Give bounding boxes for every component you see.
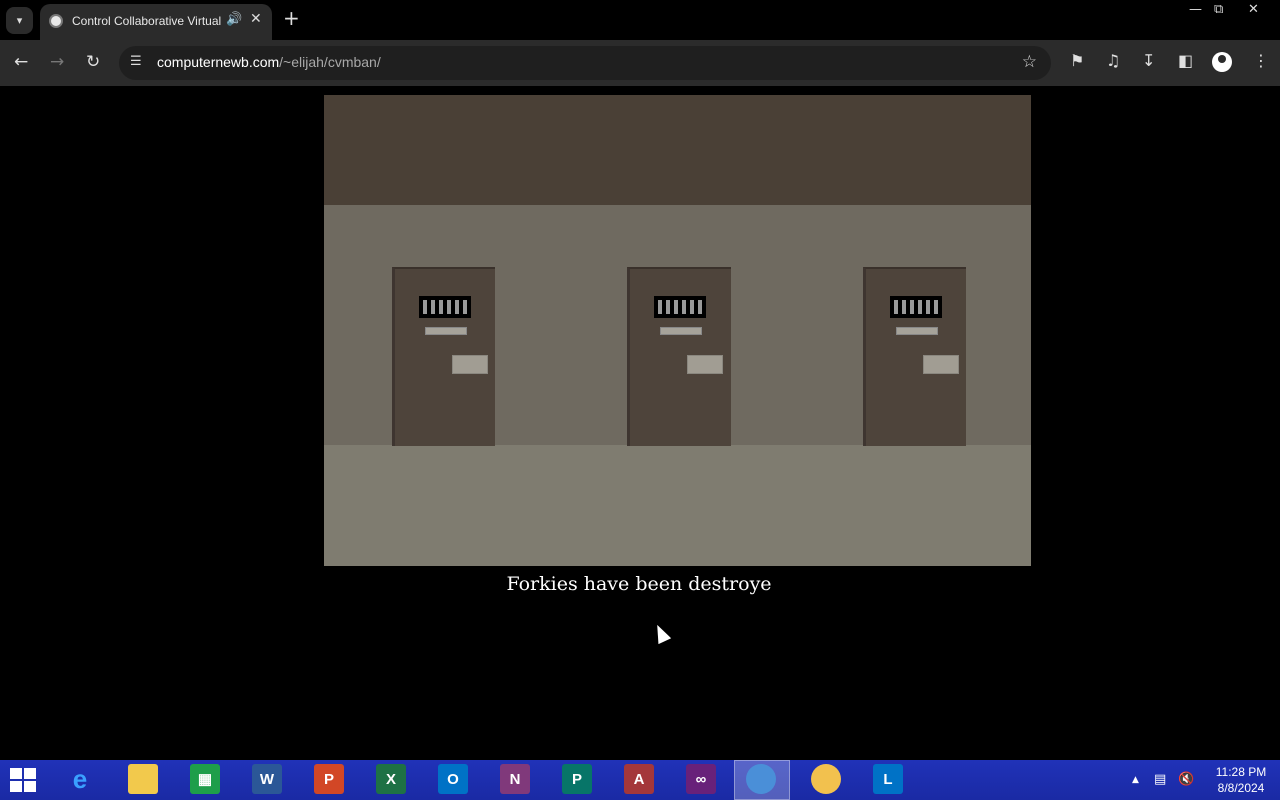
site-settings-icon[interactable]: ☰ [130,54,142,69]
clock-time: 11:28 PM [1215,765,1267,779]
cell-door-left [392,267,495,446]
clock-date: 8/8/2024 [1217,781,1265,795]
powerpoint-icon[interactable]: P [314,764,344,794]
publisher-icon[interactable]: P [562,764,592,794]
game-canvas[interactable] [324,95,1031,566]
tab-title: Control Collaborative Virtual Machine [72,14,222,28]
url-path: /~elijah/cvmban/ [279,54,381,70]
floor [324,445,1031,566]
outlook-icon[interactable]: O [438,764,468,794]
profile-avatar-icon[interactable] [1212,52,1232,72]
excel-icon[interactable]: X [376,764,406,794]
close-window-icon[interactable]: ✕ [1248,2,1259,17]
volume-muted-icon[interactable]: 🔇 [1178,772,1194,787]
active-tab[interactable]: Control Collaborative Virtual Machine 🔊 … [40,4,272,40]
store-icon[interactable]: ▦ [190,764,220,794]
game-caption: Forkies have been destroye [506,573,772,595]
door-window [890,296,942,318]
word-icon[interactable]: W [252,764,282,794]
network-icon[interactable]: ▤ [1154,772,1166,787]
download-icon[interactable]: ↧ [1142,51,1155,71]
menu-kebab-icon[interactable]: ⋮ [1253,51,1269,71]
windows-start-icon[interactable] [10,768,37,793]
address-bar[interactable]: ☰ computernewb.com/~elijah/cvmban/ ☆ [119,46,1051,80]
internet-explorer-icon[interactable]: e [65,764,95,794]
back-arrow-icon[interactable]: ← [14,52,28,72]
minimize-icon[interactable]: — [1189,2,1202,17]
access-icon[interactable]: A [624,764,654,794]
url-text[interactable]: computernewb.com/~elijah/cvmban/ [157,54,381,70]
bookmark-star-icon[interactable]: ☆ [1022,52,1037,72]
cell-door-right [863,267,966,446]
tab-search-button[interactable]: ▾ [6,7,33,34]
door-handle [923,355,959,374]
close-tab-icon[interactable]: ✕ [250,11,262,27]
chrome-icon[interactable] [746,764,776,794]
site-favicon-icon [49,14,63,28]
door-handle [687,355,723,374]
visual-studio-icon[interactable]: ∞ [686,764,716,794]
side-panel-icon[interactable]: ◧ [1178,51,1193,71]
mouse-cursor-icon [650,621,672,645]
door-slot [660,327,702,335]
file-explorer-icon[interactable] [128,764,158,794]
ceiling [324,95,1031,205]
lync-icon[interactable]: L [873,764,903,794]
url-host: computernewb.com [157,54,280,70]
speaker-icon[interactable]: 🔊 [226,12,242,27]
new-tab-button[interactable]: + [283,8,300,28]
tab-bar: ▾ Control Collaborative Virtual Machine … [0,0,1280,40]
labs-flask-icon[interactable]: ⚑ [1070,51,1084,71]
tray-expand-icon[interactable]: ▲ [1132,775,1139,785]
page-viewport: Forkies have been destroye [0,86,1280,760]
door-slot [896,327,938,335]
clock[interactable]: 11:28 PM 8/8/2024 [1210,764,1272,796]
door-handle [452,355,488,374]
door-slot [425,327,467,335]
bee-app-icon[interactable] [811,764,841,794]
forward-arrow-icon[interactable]: → [50,52,64,72]
onenote-icon[interactable]: N [500,764,530,794]
door-window [419,296,471,318]
reload-icon[interactable]: ↻ [86,52,100,72]
cell-door-center [627,267,731,446]
browser-toolbar: ← → ↻ ☰ computernewb.com/~elijah/cvmban/… [0,40,1280,86]
media-queue-icon[interactable]: ♫ [1106,51,1120,71]
door-window [654,296,706,318]
taskbar: e ▦ W P X O N P A ∞ L ▲ ▤ 🔇 11:28 PM 8/8… [0,760,1280,800]
restore-icon[interactable]: ⧉ [1214,2,1223,17]
